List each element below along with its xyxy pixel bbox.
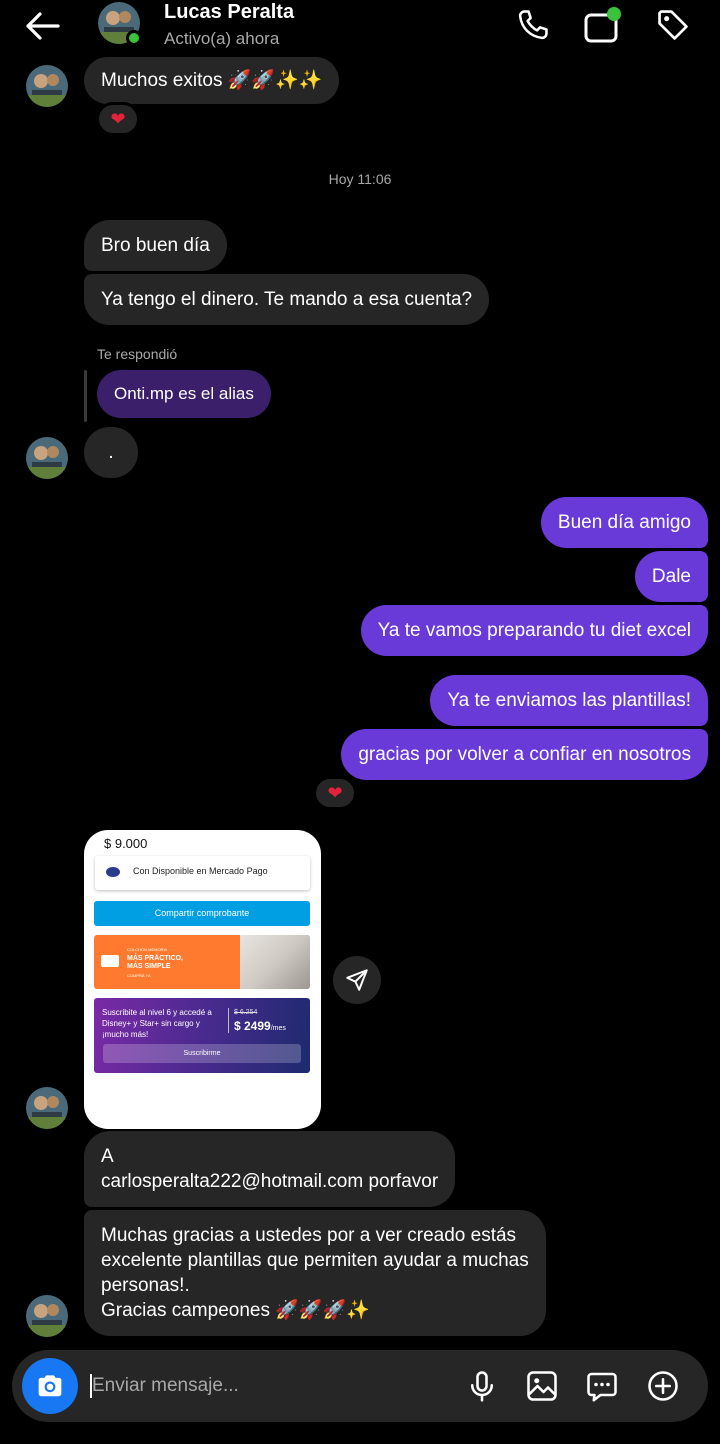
send-icon <box>346 969 368 991</box>
video-icon <box>584 7 621 43</box>
voice-button[interactable] <box>464 1368 500 1404</box>
gallery-button[interactable] <box>524 1368 560 1404</box>
price-unit: /mes <box>270 1025 286 1032</box>
receipt-account-row: Con Disponible en Mercado Pago <box>95 856 310 890</box>
promo-small-text: COLCHÓN MEMORIA <box>127 947 168 952</box>
subscribe-button: Suscribirme <box>103 1044 301 1063</box>
message-incoming[interactable]: Muchas gracias a ustedes por a ver cread… <box>84 1210 546 1336</box>
promo-title-line: MÁS SIMPLE <box>127 963 171 970</box>
message-incoming[interactable]: Ya tengo el dinero. Te mando a esa cuent… <box>84 274 490 325</box>
bank-logo-icon <box>106 867 120 877</box>
receipt-account-label: Con Disponible en Mercado Pago <box>133 866 268 876</box>
subscription-divider <box>228 1008 229 1033</box>
shared-screenshot[interactable]: $ 9.000 Con Disponible en Mercado Pago C… <box>84 830 321 1129</box>
message-outgoing[interactable]: Ya te enviamos las plantillas! <box>430 675 708 726</box>
gallery-icon <box>527 1371 557 1401</box>
message-line: Gracias campeones 🚀🚀🚀✨ <box>101 1300 370 1321</box>
chat-header: Lucas Peralta Activo(a) ahora <box>0 0 720 56</box>
message-input[interactable] <box>92 1370 392 1402</box>
promo-title-line: MÁS PRÁCTICO, <box>127 955 183 962</box>
sender-avatar[interactable] <box>26 1295 68 1337</box>
message-incoming[interactable]: A carlosperalta222@hotmail.com porfavor <box>84 1131 456 1207</box>
back-arrow-icon <box>26 12 60 40</box>
tag-icon <box>658 10 688 40</box>
video-call-button[interactable] <box>583 6 621 44</box>
microphone-icon <box>470 1371 494 1402</box>
replied-label: Te respondió <box>97 346 178 362</box>
sender-avatar[interactable] <box>26 65 68 107</box>
message-composer <box>12 1350 708 1422</box>
price-value: $ 2499 <box>234 1019 271 1033</box>
chat-timestamp: Hoy 11:06 <box>328 171 392 187</box>
promo-logo-icon <box>101 955 119 967</box>
sender-avatar[interactable] <box>26 1087 68 1129</box>
sticker-button[interactable] <box>584 1368 620 1404</box>
promo-title: MÁS PRÁCTICO, MÁS SIMPLE <box>127 955 183 971</box>
tag-button[interactable] <box>654 6 692 44</box>
plus-icon <box>648 1371 678 1401</box>
receipt-amount: $ 9.000 <box>104 836 148 851</box>
call-button[interactable] <box>514 6 552 44</box>
heart-icon: ❤ <box>110 108 126 129</box>
back-button[interactable] <box>22 8 62 44</box>
message-line: Muchas gracias a ustedes por a ver cread… <box>101 1225 517 1246</box>
camera-icon <box>38 1375 62 1397</box>
message-reaction[interactable]: ❤ <box>96 102 140 136</box>
message-incoming[interactable]: Bro buen día <box>84 220 227 271</box>
price: $ 2499/mes <box>234 1019 286 1033</box>
camera-button[interactable] <box>22 1358 78 1414</box>
reply-quote-bubble[interactable]: Onti.mp es el alias <box>97 370 271 418</box>
promo-photo <box>240 935 310 989</box>
message-outgoing[interactable]: gracias por volver a confiar en nosotros <box>341 729 708 780</box>
subscription-text: Suscribite al nivel 6 y accedé a Disney+… <box>102 1008 212 1039</box>
promo-tiny-text: COMPRÁ YA <box>127 973 151 978</box>
forward-button[interactable] <box>333 956 381 1004</box>
message-outgoing[interactable]: Buen día amigo <box>540 497 708 548</box>
subscription-banner: Suscribite al nivel 6 y accedé a Disney+… <box>94 998 310 1073</box>
message-line: A <box>101 1146 114 1167</box>
sticker-icon <box>587 1372 617 1402</box>
contact-name[interactable]: Lucas Peralta <box>164 1 294 24</box>
message-outgoing[interactable]: Ya te vamos preparando tu diet excel <box>360 605 708 656</box>
message-line: personas!. <box>101 1275 190 1296</box>
phone-icon <box>518 10 548 40</box>
reply-indicator-bar <box>84 370 87 422</box>
online-indicator <box>126 30 142 46</box>
message-incoming[interactable]: . <box>84 427 138 478</box>
promo-banner: COLCHÓN MEMORIA MÁS PRÁCTICO, MÁS SIMPLE… <box>94 935 310 989</box>
more-options-button[interactable] <box>645 1368 681 1404</box>
share-receipt-button: Compartir comprobante <box>94 901 310 926</box>
sender-avatar[interactable] <box>26 437 68 479</box>
message-line: excelente plantillas que permiten ayudar… <box>101 1250 529 1271</box>
contact-status: Activo(a) ahora <box>164 29 280 48</box>
message-line: carlosperalta222@hotmail.com porfavor <box>101 1171 439 1192</box>
heart-icon: ❤ <box>327 782 343 803</box>
message-incoming[interactable]: Muchos exitos 🚀🚀✨✨ <box>84 57 340 104</box>
message-reaction[interactable]: ❤ <box>313 776 357 810</box>
old-price: $ 6.254 <box>234 1009 258 1016</box>
message-outgoing[interactable]: Dale <box>634 551 708 602</box>
